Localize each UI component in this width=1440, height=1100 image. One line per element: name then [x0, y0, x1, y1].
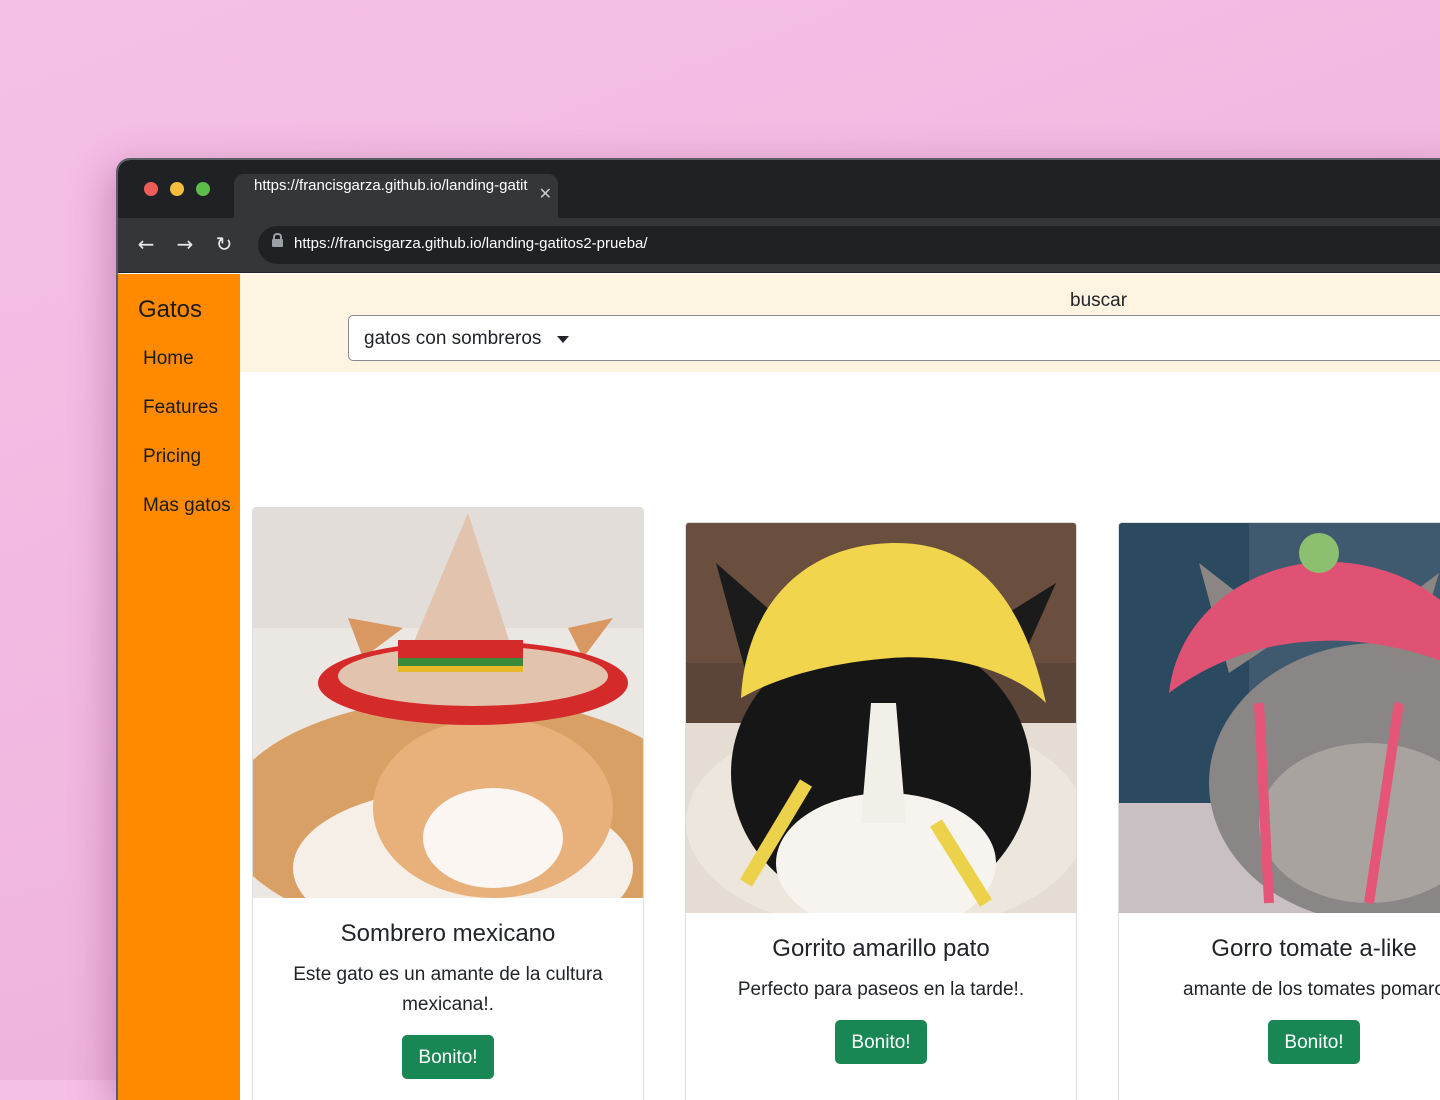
card-title: Gorro tomate a-like	[1211, 935, 1417, 962]
cat-image-gorro-tomate	[1119, 523, 1440, 913]
cat-card: Gorrito amarillo pato Perfecto para pase…	[685, 522, 1077, 1100]
bonito-button[interactable]: Bonito!	[835, 1020, 927, 1064]
bonito-button[interactable]: Bonito!	[402, 1035, 494, 1079]
forward-arrow-icon[interactable]: →	[173, 232, 197, 256]
browser-window: https://francisgarza.github.io/landing-g…	[116, 158, 1440, 1100]
card-text: amante de los tomates pomaro	[1183, 979, 1440, 1000]
browser-toolbar: ← → ↻ https://francisgarza.github.io/lan…	[118, 218, 1440, 273]
search-section: buscar gatos con sombreros	[240, 274, 1440, 372]
chevron-down-icon	[557, 336, 569, 343]
sidebar-item-features[interactable]: Features	[143, 393, 233, 423]
card-text: Este gato es un amante de la cultura mex…	[293, 964, 603, 1015]
cat-card: Gorro tomate a-like amante de los tomate…	[1118, 522, 1440, 1100]
sidebar-item-pricing[interactable]: Pricing	[143, 442, 233, 472]
cat-image-gorrito-amarillo	[686, 523, 1076, 913]
card-text: Perfecto para paseos en la tarde!.	[737, 979, 1025, 1000]
brand-title[interactable]: Gatos	[138, 296, 202, 324]
lock-icon	[272, 233, 283, 247]
cat-image-sombrero	[253, 508, 643, 898]
close-window-button[interactable]	[144, 182, 158, 196]
select-value: gatos con sombreros	[364, 328, 542, 349]
card-title: Sombrero mexicano	[340, 920, 556, 947]
search-label: buscar	[1070, 290, 1128, 311]
close-tab-icon[interactable]: ✕	[539, 184, 552, 203]
minimize-window-button[interactable]	[170, 182, 184, 196]
maximize-window-button[interactable]	[196, 182, 210, 196]
card-title: Gorrito amarillo pato	[772, 935, 990, 962]
url-text[interactable]: https://francisgarza.github.io/landing-g…	[294, 226, 648, 262]
back-arrow-icon[interactable]: ←	[134, 232, 158, 256]
cat-card: Sombrero mexicano Este gato es un amante…	[252, 507, 644, 1100]
sidebar: Gatos Home Features Pricing Mas gatos	[118, 274, 240, 1100]
web-page: Gatos Home Features Pricing Mas gatos bu…	[118, 274, 1440, 1100]
sidebar-item-mas-gatos[interactable]: Mas gatos	[143, 491, 233, 521]
browser-tab[interactable]: https://francisgarza.github.io/landing-g…	[234, 174, 558, 242]
category-select[interactable]: gatos con sombreros	[348, 315, 1440, 361]
reload-icon[interactable]: ↻	[212, 232, 236, 256]
title-bar: https://francisgarza.github.io/landing-g…	[118, 160, 1440, 242]
bonito-button[interactable]: Bonito!	[1268, 1020, 1360, 1064]
sidebar-item-home[interactable]: Home	[143, 344, 233, 374]
address-bar[interactable]: https://francisgarza.github.io/landing-g…	[258, 226, 1440, 264]
